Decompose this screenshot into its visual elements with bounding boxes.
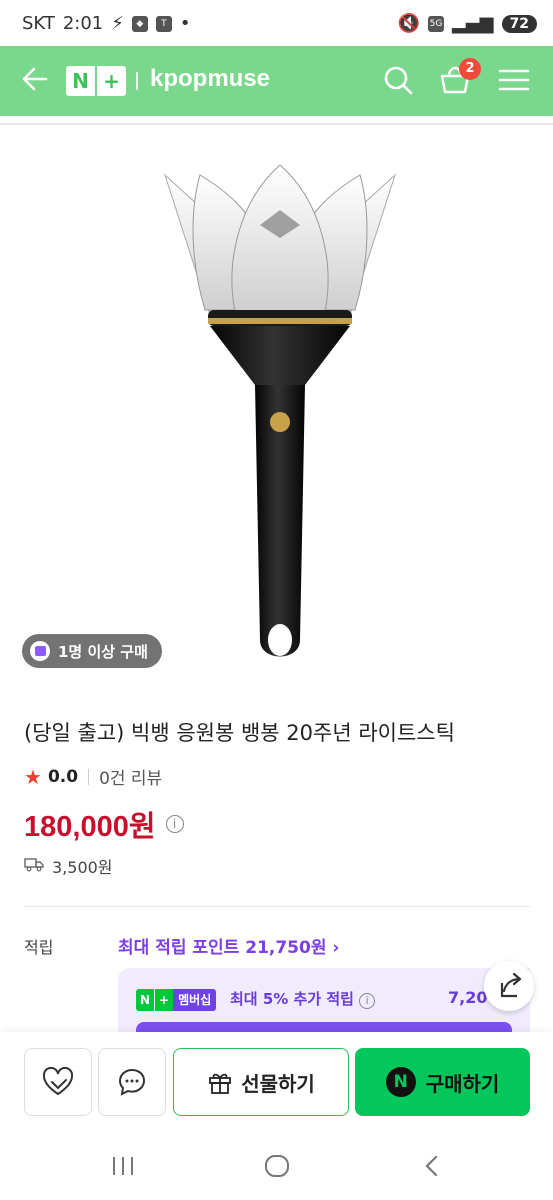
membership-text: 최대 5% 추가 적립 i — [230, 988, 376, 1009]
mute-icon: 🔇 — [397, 13, 420, 34]
search-icon[interactable] — [380, 62, 416, 98]
signal-icon: ▂▄▆ — [451, 13, 494, 34]
max-points-link[interactable]: 최대 적립 포인트 21,750원 › — [118, 933, 339, 958]
buy-count-badge: 1명 이상 구매 — [22, 634, 162, 668]
system-nav-bar — [0, 1132, 553, 1200]
shipping-row: 3,500원 — [24, 854, 113, 878]
product-price: 180,000원 — [24, 811, 156, 843]
info-icon[interactable]: i — [359, 993, 376, 1009]
store-name[interactable]: kpopmuse — [150, 65, 270, 93]
section-divider — [24, 906, 530, 907]
home-icon[interactable] — [264, 1154, 290, 1182]
shopping-bag-icon — [30, 641, 50, 661]
info-icon[interactable]: i — [165, 815, 184, 833]
talk-notification-icon: T — [155, 15, 172, 32]
naver-plus-logo[interactable]: N + — [66, 66, 126, 96]
membership-badge: N + 멤버십 — [136, 989, 217, 1011]
share-icon[interactable] — [484, 961, 534, 1011]
membership-amount: 7,20 — [448, 988, 488, 1007]
review-count[interactable]: 0건 리뷰 — [99, 764, 162, 789]
reward-label: 적립 — [24, 938, 54, 957]
time-label: 2:01 — [62, 13, 104, 34]
bolt-icon: ⚡ — [111, 13, 124, 34]
app-header: N + kpopmuse 2 — [0, 46, 553, 116]
back-arrow-icon[interactable] — [20, 64, 50, 100]
product-title: (당일 출고) 빅뱅 응원봉 뱅봉 20주년 라이트스틱 — [24, 721, 455, 745]
purchase-bar: 선물하기 N 구매하기 — [0, 1032, 553, 1132]
rating-row[interactable]: ★ 0.0 0건 리뷰 — [24, 764, 162, 790]
chevron-right-icon: › — [332, 938, 340, 958]
back-nav-icon[interactable] — [420, 1154, 444, 1182]
recent-apps-icon[interactable] — [110, 1154, 136, 1182]
naver-pay-logo: N — [385, 1067, 416, 1097]
rating-divider — [88, 768, 90, 785]
menu-icon[interactable] — [496, 62, 532, 98]
chat-button[interactable] — [98, 1048, 166, 1116]
cart-count-badge: 2 — [459, 58, 481, 80]
rating-score: 0.0 — [47, 766, 79, 787]
status-bar: SKT 2:01 ⚡ ◆ T • 🔇 5G ▂▄▆ 72 — [0, 0, 553, 46]
carrier-label: SKT — [22, 13, 55, 34]
wishlist-button[interactable] — [24, 1048, 92, 1116]
header-divider — [0, 123, 553, 125]
star-icon: ★ — [24, 764, 42, 789]
product-image[interactable] — [140, 150, 420, 680]
app-notification-icon: ◆ — [131, 15, 148, 32]
gift-button[interactable]: 선물하기 — [173, 1048, 349, 1116]
dot-icon: • — [179, 13, 191, 34]
network-icon: 5G — [427, 15, 444, 32]
gift-icon — [209, 1073, 232, 1094]
logo-divider — [136, 72, 138, 90]
buy-button[interactable]: N 구매하기 — [355, 1048, 530, 1116]
price-row: 180,000원 i — [24, 803, 184, 845]
truck-icon — [24, 856, 44, 876]
shipping-fee: 3,500원 — [52, 858, 113, 877]
heart-icon — [42, 1067, 74, 1096]
chat-icon — [118, 1068, 146, 1096]
battery-indicator: 72 — [501, 14, 537, 33]
